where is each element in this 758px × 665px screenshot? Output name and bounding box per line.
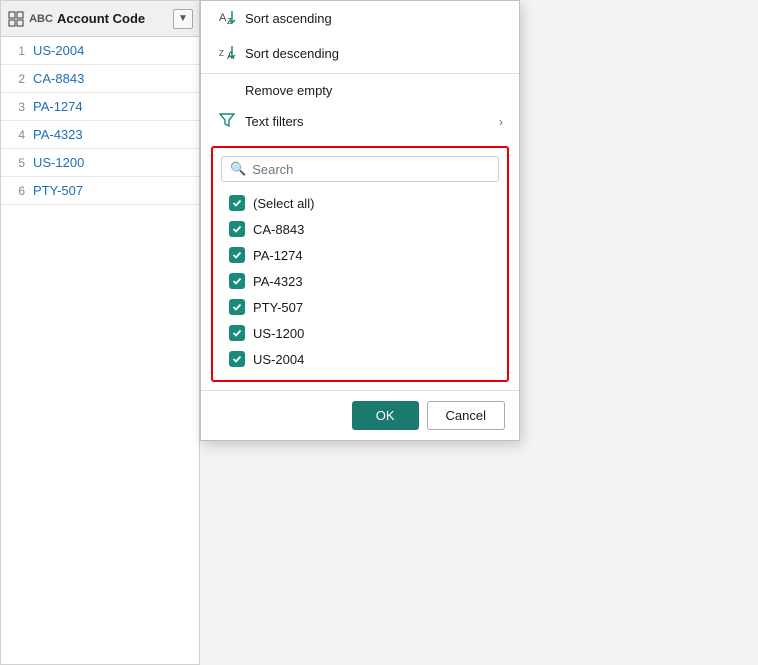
checkbox-us-1200[interactable]: US-1200 bbox=[225, 322, 495, 344]
search-icon: 🔍 bbox=[230, 161, 246, 177]
sort-ascending-item[interactable]: A Z Sort ascending bbox=[201, 1, 519, 36]
table-row: 1 US-2004 bbox=[1, 37, 199, 65]
checkbox-pa-4323-box bbox=[229, 273, 245, 289]
checkbox-us-1200-box bbox=[229, 325, 245, 341]
checkbox-pa-4323[interactable]: PA-4323 bbox=[225, 270, 495, 292]
checkbox-ca-8843-box bbox=[229, 221, 245, 237]
table-row: 5 US-1200 bbox=[1, 149, 199, 177]
text-filters-chevron-icon: › bbox=[499, 115, 503, 129]
table-row: 4 PA-4323 bbox=[1, 121, 199, 149]
checkbox-us-2004-label: US-2004 bbox=[253, 352, 304, 367]
checkbox-list: (Select all) CA-8843 PA-1274 bbox=[221, 190, 499, 372]
table-row: 3 PA-1274 bbox=[1, 93, 199, 121]
sort-descending-item[interactable]: Z A Sort descending bbox=[201, 36, 519, 71]
account-code-label: Account Code bbox=[57, 11, 169, 26]
text-filters-icon bbox=[217, 112, 237, 131]
sort-ascending-icon: A Z bbox=[217, 8, 237, 29]
sort-descending-icon: Z A bbox=[217, 43, 237, 64]
checkbox-us-2004-box bbox=[229, 351, 245, 367]
checkbox-pty-507-box bbox=[229, 299, 245, 315]
checkbox-pty-507[interactable]: PTY-507 bbox=[225, 296, 495, 318]
account-code-header: ABC Account Code ▼ bbox=[1, 1, 199, 37]
filter-dropdown-panel: A Z Sort ascending Z A Sort descending bbox=[200, 0, 520, 441]
menu-divider-1 bbox=[201, 73, 519, 74]
sort-descending-label: Sort descending bbox=[245, 46, 339, 61]
checkbox-select-all-label: (Select all) bbox=[253, 196, 314, 211]
checkbox-select-all-box bbox=[229, 195, 245, 211]
svg-text:A: A bbox=[219, 12, 227, 24]
remove-empty-item[interactable]: Remove empty bbox=[201, 76, 519, 105]
checkbox-ca-8843[interactable]: CA-8843 bbox=[225, 218, 495, 240]
cancel-button[interactable]: Cancel bbox=[427, 401, 505, 430]
checkbox-pa-4323-label: PA-4323 bbox=[253, 274, 303, 289]
footer-buttons: OK Cancel bbox=[201, 390, 519, 440]
sort-ascending-label: Sort ascending bbox=[245, 11, 332, 26]
checkbox-pa-1274-label: PA-1274 bbox=[253, 248, 303, 263]
search-wrapper: 🔍 bbox=[221, 156, 499, 182]
svg-text:Z: Z bbox=[219, 49, 224, 58]
search-input[interactable] bbox=[252, 162, 490, 177]
table-row: 6 PTY-507 bbox=[1, 177, 199, 205]
text-filters-item[interactable]: Text filters › bbox=[201, 105, 519, 138]
filter-box: 🔍 (Select all) CA-8843 bbox=[211, 146, 509, 382]
checkbox-ca-8843-label: CA-8843 bbox=[253, 222, 304, 237]
checkbox-pty-507-label: PTY-507 bbox=[253, 300, 303, 315]
main-container: ABC Account Code ▼ 1 US-2004 2 CA-8843 3… bbox=[0, 0, 758, 665]
table-row: 2 CA-8843 bbox=[1, 65, 199, 93]
remove-empty-label: Remove empty bbox=[245, 83, 332, 98]
account-code-dropdown-arrow[interactable]: ▼ bbox=[173, 9, 193, 29]
checkbox-pa-1274-box bbox=[229, 247, 245, 263]
checkbox-pa-1274[interactable]: PA-1274 bbox=[225, 244, 495, 266]
grid-icon bbox=[7, 10, 25, 28]
table-panel: ABC Account Code ▼ 1 US-2004 2 CA-8843 3… bbox=[0, 0, 200, 665]
abc-icon: ABC bbox=[29, 10, 53, 28]
ok-button[interactable]: OK bbox=[352, 401, 419, 430]
text-filters-label: Text filters bbox=[245, 114, 304, 129]
checkbox-us-2004[interactable]: US-2004 bbox=[225, 348, 495, 370]
checkbox-us-1200-label: US-1200 bbox=[253, 326, 304, 341]
checkbox-select-all[interactable]: (Select all) bbox=[225, 192, 495, 214]
